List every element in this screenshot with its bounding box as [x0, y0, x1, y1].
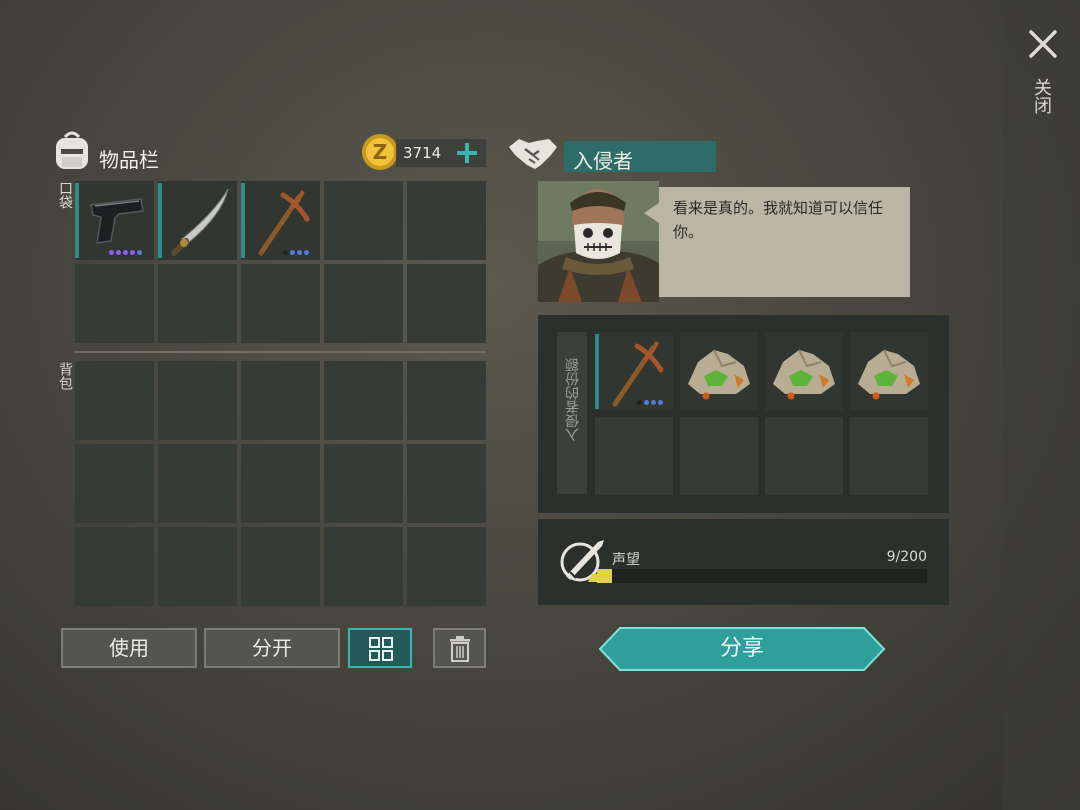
- backpack-slot[interactable]: [158, 444, 237, 523]
- share-slot-empty[interactable]: [850, 417, 928, 495]
- backpack-slot[interactable]: [75, 527, 154, 606]
- ore-pile-icon: [858, 349, 920, 400]
- pocket-slot-empty[interactable]: [407, 264, 486, 343]
- pocket-slot-empty[interactable]: [324, 264, 403, 343]
- grid-view-icon: [369, 637, 393, 661]
- pocket-slot-pickaxe[interactable]: [241, 181, 320, 260]
- ore-pile-icon: [773, 349, 835, 400]
- backpack-icon: [52, 129, 92, 173]
- currency-amount: 3714: [403, 144, 442, 162]
- pocket-slot-empty[interactable]: [158, 264, 237, 343]
- add-currency-icon[interactable]: [455, 141, 479, 165]
- share-slot-ore[interactable]: [850, 332, 928, 410]
- rarity-strip: [75, 183, 79, 258]
- grid-view-button[interactable]: [348, 628, 412, 668]
- pocket-slot-empty[interactable]: [75, 264, 154, 343]
- pocket-slot-pistol[interactable]: [75, 181, 154, 260]
- pocket-label: 口袋: [57, 181, 73, 209]
- rarity-dots: [283, 250, 309, 255]
- pickaxe-icon: [258, 190, 310, 256]
- share-slot-pickaxe[interactable]: [595, 332, 673, 410]
- trash-icon: [450, 636, 470, 662]
- pocket-slot-machete[interactable]: [158, 181, 237, 260]
- reputation-label: 声望: [612, 552, 640, 568]
- rarity-dots: [637, 400, 663, 405]
- share-slot-empty[interactable]: [680, 417, 758, 495]
- backpack-slot[interactable]: [407, 361, 486, 440]
- backpack-slot[interactable]: [158, 527, 237, 606]
- rarity-dots: [109, 250, 142, 255]
- close-label[interactable]: 关闭: [1031, 78, 1052, 114]
- backpack-slot[interactable]: [75, 444, 154, 523]
- invader-portrait: [538, 181, 659, 302]
- backpack-slot[interactable]: [158, 361, 237, 440]
- pocket-slot-empty[interactable]: [241, 264, 320, 343]
- backpack-slot[interactable]: [407, 527, 486, 606]
- handshake-icon: [507, 135, 559, 173]
- split-button[interactable]: 分开: [204, 628, 340, 668]
- section-divider: [75, 351, 486, 353]
- backpack-label: 背包: [57, 362, 73, 390]
- speech-pointer: [644, 203, 659, 223]
- share-slot-empty[interactable]: [595, 417, 673, 495]
- rarity-strip: [158, 183, 162, 258]
- rarity-strip: [595, 334, 599, 409]
- machete-icon: [171, 188, 229, 256]
- backpack-slot[interactable]: [324, 444, 403, 523]
- pocket-slot-empty[interactable]: [324, 181, 403, 260]
- invader-title: 入侵者: [573, 149, 633, 173]
- rarity-strip: [241, 183, 245, 258]
- close-icon[interactable]: [1025, 26, 1061, 62]
- backpack-slot[interactable]: [241, 361, 320, 440]
- pocket-slot-empty[interactable]: [407, 181, 486, 260]
- ore-pile-icon: [688, 349, 750, 400]
- share-button-label: 分享: [719, 636, 764, 661]
- share-slot-empty[interactable]: [765, 417, 843, 495]
- reputation-value: 9/200: [886, 549, 927, 565]
- backpack-slot[interactable]: [75, 361, 154, 440]
- use-button[interactable]: 使用: [61, 628, 197, 668]
- backpack-slot[interactable]: [324, 361, 403, 440]
- speech-text: 看来是真的。我就知道可以信任你。: [673, 199, 884, 241]
- svg-text:Z: Z: [373, 140, 388, 164]
- reputation-fill: [597, 569, 612, 583]
- share-slot-ore[interactable]: [680, 332, 758, 410]
- reputation-bar: [597, 569, 927, 583]
- backpack-slot[interactable]: [241, 444, 320, 523]
- share-button[interactable]: 分享: [598, 627, 886, 671]
- backpack-slot[interactable]: [407, 444, 486, 523]
- inventory-title: 物品栏: [99, 148, 159, 172]
- backpack-slot[interactable]: [324, 527, 403, 606]
- side-strip: [1003, 0, 1080, 810]
- pistol-icon: [90, 198, 144, 244]
- trash-button[interactable]: [433, 628, 486, 668]
- share-label: 入侵者的份额: [565, 358, 581, 442]
- coin-icon: Z: [361, 133, 399, 171]
- share-slot-ore[interactable]: [765, 332, 843, 410]
- pickaxe-icon: [612, 341, 664, 407]
- backpack-slot[interactable]: [241, 527, 320, 606]
